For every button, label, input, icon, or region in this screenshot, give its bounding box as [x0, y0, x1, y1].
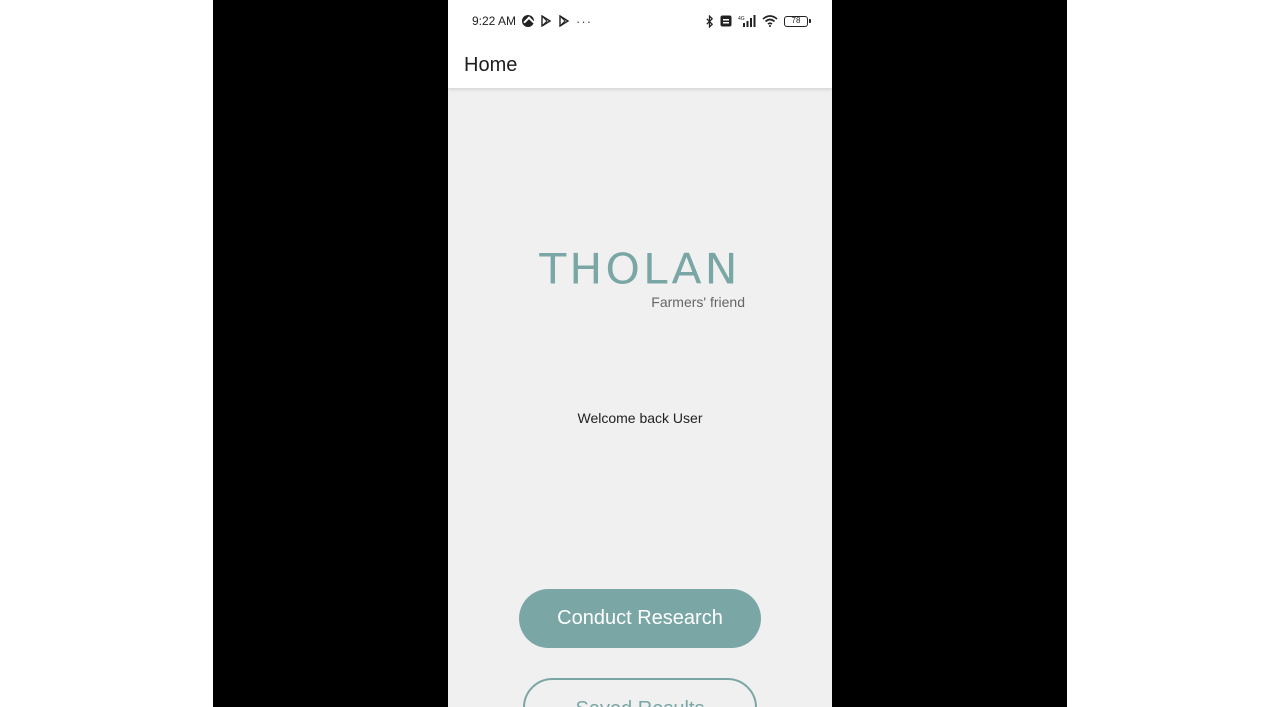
screenshot-canvas: 9:22 AM ··· 4G 78 Home THOLAN Farmers' f…: [0, 0, 1280, 707]
more-notifications-icon: ···: [576, 13, 593, 29]
phone-screen: 9:22 AM ··· 4G 78 Home THOLAN Farmers' f…: [448, 0, 832, 707]
status-bar: 9:22 AM ··· 4G 78: [448, 0, 832, 42]
saved-results-button[interactable]: Saved Results: [523, 678, 757, 707]
svg-text:4G: 4G: [738, 16, 745, 22]
brand-tagline: Farmers' friend: [651, 294, 745, 310]
page-title: Home: [464, 53, 518, 76]
conduct-research-button[interactable]: Conduct Research: [519, 589, 761, 648]
notification-app-icon: [522, 15, 535, 27]
logo-wordmark: THOLAN: [539, 245, 741, 294]
status-time: 9:22 AM: [472, 14, 517, 28]
brand-logo: THOLAN: [448, 244, 832, 295]
volte-icon: [720, 15, 732, 27]
bluetooth-icon: [706, 14, 714, 28]
play-store-icon-2: [559, 15, 570, 27]
status-left: 9:22 AM ···: [472, 14, 592, 29]
battery-icon: 78: [784, 15, 811, 27]
welcome-message: Welcome back User: [577, 410, 703, 426]
play-store-icon: [541, 15, 552, 27]
status-right: 4G 78: [705, 14, 811, 28]
wifi-icon: [762, 15, 778, 27]
signal-icon: 4G: [738, 15, 756, 27]
app-bar: Home: [448, 42, 832, 88]
